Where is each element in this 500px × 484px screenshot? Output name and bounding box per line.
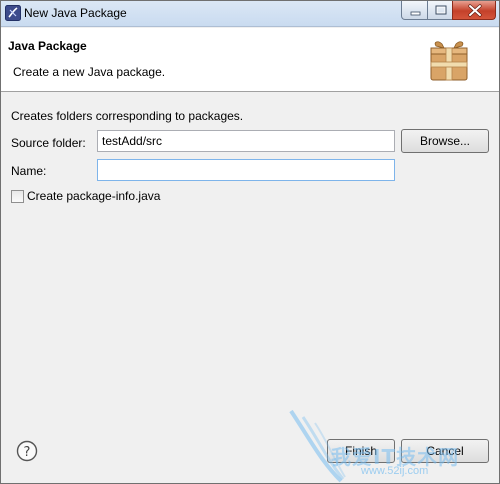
eclipse-icon: [5, 5, 21, 21]
cancel-button[interactable]: Cancel: [401, 439, 489, 463]
minimize-button[interactable]: [401, 1, 428, 20]
maximize-icon: [435, 5, 447, 15]
source-folder-field[interactable]: [97, 130, 395, 152]
wizard-title: Java Package: [8, 39, 87, 53]
help-icon[interactable]: ?: [16, 440, 38, 462]
package-info-label[interactable]: Create package-info.java: [27, 189, 160, 203]
title-bar[interactable]: New Java Package: [1, 1, 499, 27]
form-intro: Creates folders corresponding to package…: [11, 109, 244, 123]
wizard-header: Java Package Create a new Java package.: [1, 28, 499, 92]
maximize-button[interactable]: [427, 1, 453, 20]
package-icon: [429, 40, 469, 82]
window-title: New Java Package: [24, 6, 127, 20]
close-button[interactable]: [452, 1, 496, 20]
watermark-url: www.52ij.com: [361, 465, 429, 477]
package-name-field[interactable]: [97, 159, 395, 181]
new-java-package-dialog: New Java Package Java Package Create a n…: [0, 0, 500, 484]
minimize-icon: [410, 11, 421, 16]
svg-text:?: ?: [24, 445, 31, 460]
package-info-checkbox[interactable]: [11, 190, 24, 203]
browse-button[interactable]: Browse...: [401, 129, 489, 153]
finish-button[interactable]: Finish: [327, 439, 395, 463]
name-label: Name:: [11, 164, 47, 178]
close-icon: [468, 4, 482, 17]
wizard-description: Create a new Java package.: [13, 65, 166, 79]
source-folder-label: Source folder:: [11, 136, 86, 150]
